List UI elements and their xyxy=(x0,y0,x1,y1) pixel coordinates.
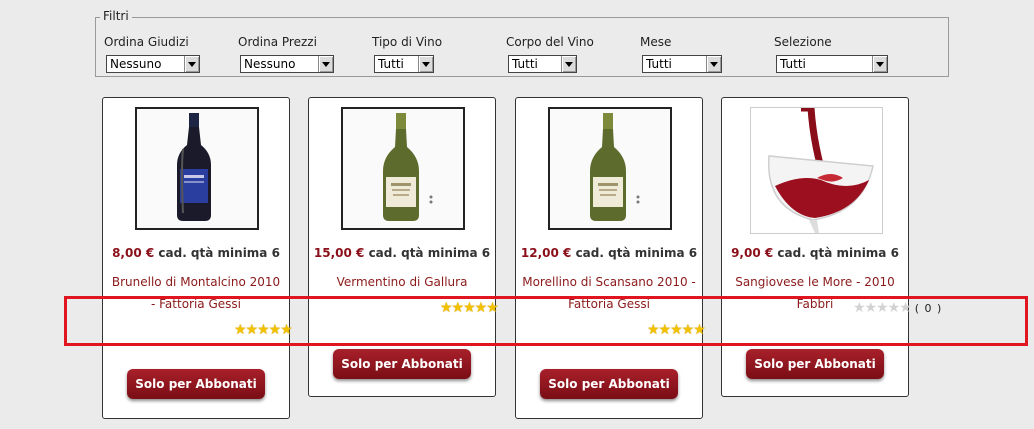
filter-label: Selezione xyxy=(774,35,832,49)
filter-label: Tipo di Vino xyxy=(372,35,443,49)
select-value: Tutti xyxy=(780,57,806,71)
price-suffix: cad. qtà minima 6 xyxy=(158,246,280,260)
filter-mese: Mese Tutti xyxy=(640,35,722,73)
chevron-down-icon[interactable] xyxy=(872,56,887,72)
product-card: 9,00 € cad. qtà minima 6 Sangiovese le M… xyxy=(721,97,941,397)
filter-label: Corpo del Vino xyxy=(506,35,594,49)
chevron-down-icon[interactable] xyxy=(706,56,721,72)
product-card: 12,00 € cad. qtà minima 6 Morellino di S… xyxy=(515,97,706,419)
select-value: Tutti xyxy=(378,57,404,71)
solo-per-abbonati-button[interactable]: Solo per Abbonati xyxy=(540,369,678,399)
ordina-giudizi-select[interactable]: Nessuno xyxy=(106,55,200,73)
filter-tipo-di-vino: Tipo di Vino Tutti xyxy=(372,35,443,73)
price-suffix: cad. qtà minima 6 xyxy=(575,246,698,260)
price-line: 12,00 € cad. qtà minima 6 xyxy=(516,246,702,260)
solo-per-abbonati-button[interactable]: Solo per Abbonati xyxy=(333,349,471,379)
price-amount: 15,00 € xyxy=(313,246,365,260)
filter-ordina-prezzi: Ordina Prezzi Nessuno xyxy=(238,35,334,73)
price-line: 15,00 € cad. qtà minima 6 xyxy=(309,246,495,260)
filter-label: Ordina Prezzi xyxy=(238,35,317,49)
product-card: 8,00 € cad. qtà minima 6 Brunello di Mon… xyxy=(102,97,293,419)
filter-ordina-giudizi: Ordina Giudizi Nessuno xyxy=(104,35,200,73)
filter-corpo-del-vino: Corpo del Vino Tutti xyxy=(506,35,594,73)
select-value: Tutti xyxy=(512,57,538,71)
product-card: 15,00 € cad. qtà minima 6 Vermentino di … xyxy=(308,97,499,397)
solo-per-abbonati-button[interactable]: Solo per Abbonati xyxy=(127,369,265,399)
select-value: Nessuno xyxy=(110,57,162,71)
filters-legend: Filtri xyxy=(100,9,132,23)
filter-selezione: Selezione Tutti xyxy=(774,35,888,73)
price-line: 8,00 € cad. qtà minima 6 xyxy=(103,246,289,260)
chevron-down-icon[interactable] xyxy=(318,56,333,72)
price-suffix: cad. qtà minima 6 xyxy=(368,246,491,260)
mese-select[interactable]: Tutti xyxy=(642,55,722,73)
product-name-link[interactable]: Vermentino di Gallura xyxy=(315,271,489,293)
select-value: Tutti xyxy=(646,57,672,71)
corpo-del-vino-select[interactable]: Tutti xyxy=(508,55,577,73)
wine-bottle-image[interactable] xyxy=(135,107,259,230)
tipo-di-vino-select[interactable]: Tutti xyxy=(374,55,434,73)
selezione-select[interactable]: Tutti xyxy=(776,55,888,73)
price-amount: 9,00 € xyxy=(731,246,774,260)
price-suffix: cad. qtà minima 6 xyxy=(777,246,899,260)
chevron-down-icon[interactable] xyxy=(561,56,576,72)
highlight-box xyxy=(64,296,1028,346)
wine-bottle-image[interactable] xyxy=(341,107,465,230)
wine-glass-image[interactable] xyxy=(750,107,883,234)
select-value: Nessuno xyxy=(244,57,296,71)
filter-label: Mese xyxy=(640,35,672,49)
price-line: 9,00 € cad. qtà minima 6 xyxy=(722,246,908,260)
ordina-prezzi-select[interactable]: Nessuno xyxy=(240,55,334,73)
wine-bottle-image[interactable] xyxy=(548,107,672,230)
filter-label: Ordina Giudizi xyxy=(104,35,189,49)
price-amount: 12,00 € xyxy=(520,246,572,260)
chevron-down-icon[interactable] xyxy=(418,56,433,72)
price-amount: 8,00 € xyxy=(112,246,155,260)
chevron-down-icon[interactable] xyxy=(184,56,199,72)
solo-per-abbonati-button[interactable]: Solo per Abbonati xyxy=(746,349,884,379)
